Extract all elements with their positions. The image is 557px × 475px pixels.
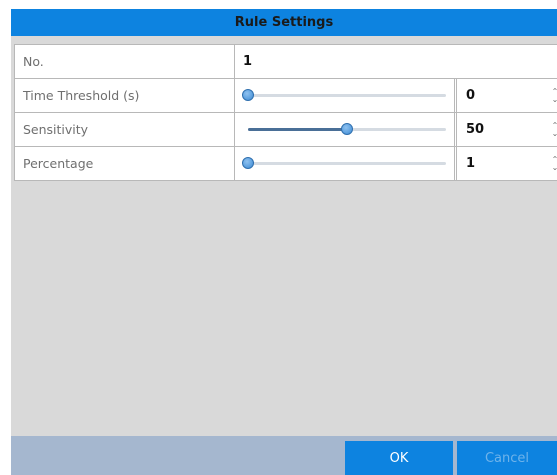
- no-label: No.: [14, 45, 235, 78]
- sensitivity-number-cell: ⌃⌄: [457, 113, 557, 146]
- row-time-threshold: Time Threshold (s) ⌃⌄: [14, 79, 557, 113]
- percentage-input[interactable]: [466, 156, 536, 171]
- row-no: No. 1: [14, 45, 557, 79]
- dialog-footer: OK Cancel: [11, 436, 557, 475]
- up-down-spinner-icon[interactable]: ⌃ ⌄: [549, 122, 557, 138]
- sensitivity-slider-thumb[interactable]: [341, 123, 353, 135]
- time-threshold-number-cell: ⌃⌄: [457, 79, 557, 112]
- cancel-button[interactable]: Cancel: [457, 441, 557, 475]
- settings-form: No. 1 Time Threshold (s) ⌃⌄ Sensitivity: [14, 44, 557, 181]
- time-threshold-input[interactable]: [466, 88, 536, 103]
- up-down-spinner-icon[interactable]: ⌃ ⌄: [549, 156, 557, 172]
- sensitivity-slider-fill: [248, 128, 347, 131]
- sensitivity-label: Sensitivity: [14, 113, 235, 146]
- time-threshold-slider-thumb[interactable]: [242, 89, 254, 101]
- rule-settings-dialog: Rule Settings No. 1 Time Threshold (s) ⌃…: [11, 9, 557, 475]
- percentage-label: Percentage: [14, 147, 235, 180]
- percentage-slider-thumb[interactable]: [242, 157, 254, 169]
- sensitivity-slider-cell: [235, 113, 457, 146]
- row-sensitivity: Sensitivity ⌃⌄: [14, 113, 557, 147]
- time-threshold-label: Time Threshold (s): [14, 79, 235, 112]
- up-down-spinner-icon[interactable]: ⌃ ⌄: [549, 88, 557, 104]
- percentage-slider-cell: [235, 147, 457, 180]
- time-threshold-slider-cell: [235, 79, 457, 112]
- time-threshold-slider[interactable]: [242, 89, 446, 101]
- percentage-slider[interactable]: [242, 157, 446, 169]
- sensitivity-input[interactable]: [466, 122, 536, 137]
- percentage-number-cell: ⌃⌄: [457, 147, 557, 180]
- no-value: 1: [243, 54, 253, 69]
- sensitivity-slider[interactable]: [248, 123, 446, 135]
- dialog-title: Rule Settings: [11, 9, 557, 36]
- ok-button[interactable]: OK: [345, 441, 453, 475]
- row-percentage: Percentage ⌃⌄: [14, 147, 557, 181]
